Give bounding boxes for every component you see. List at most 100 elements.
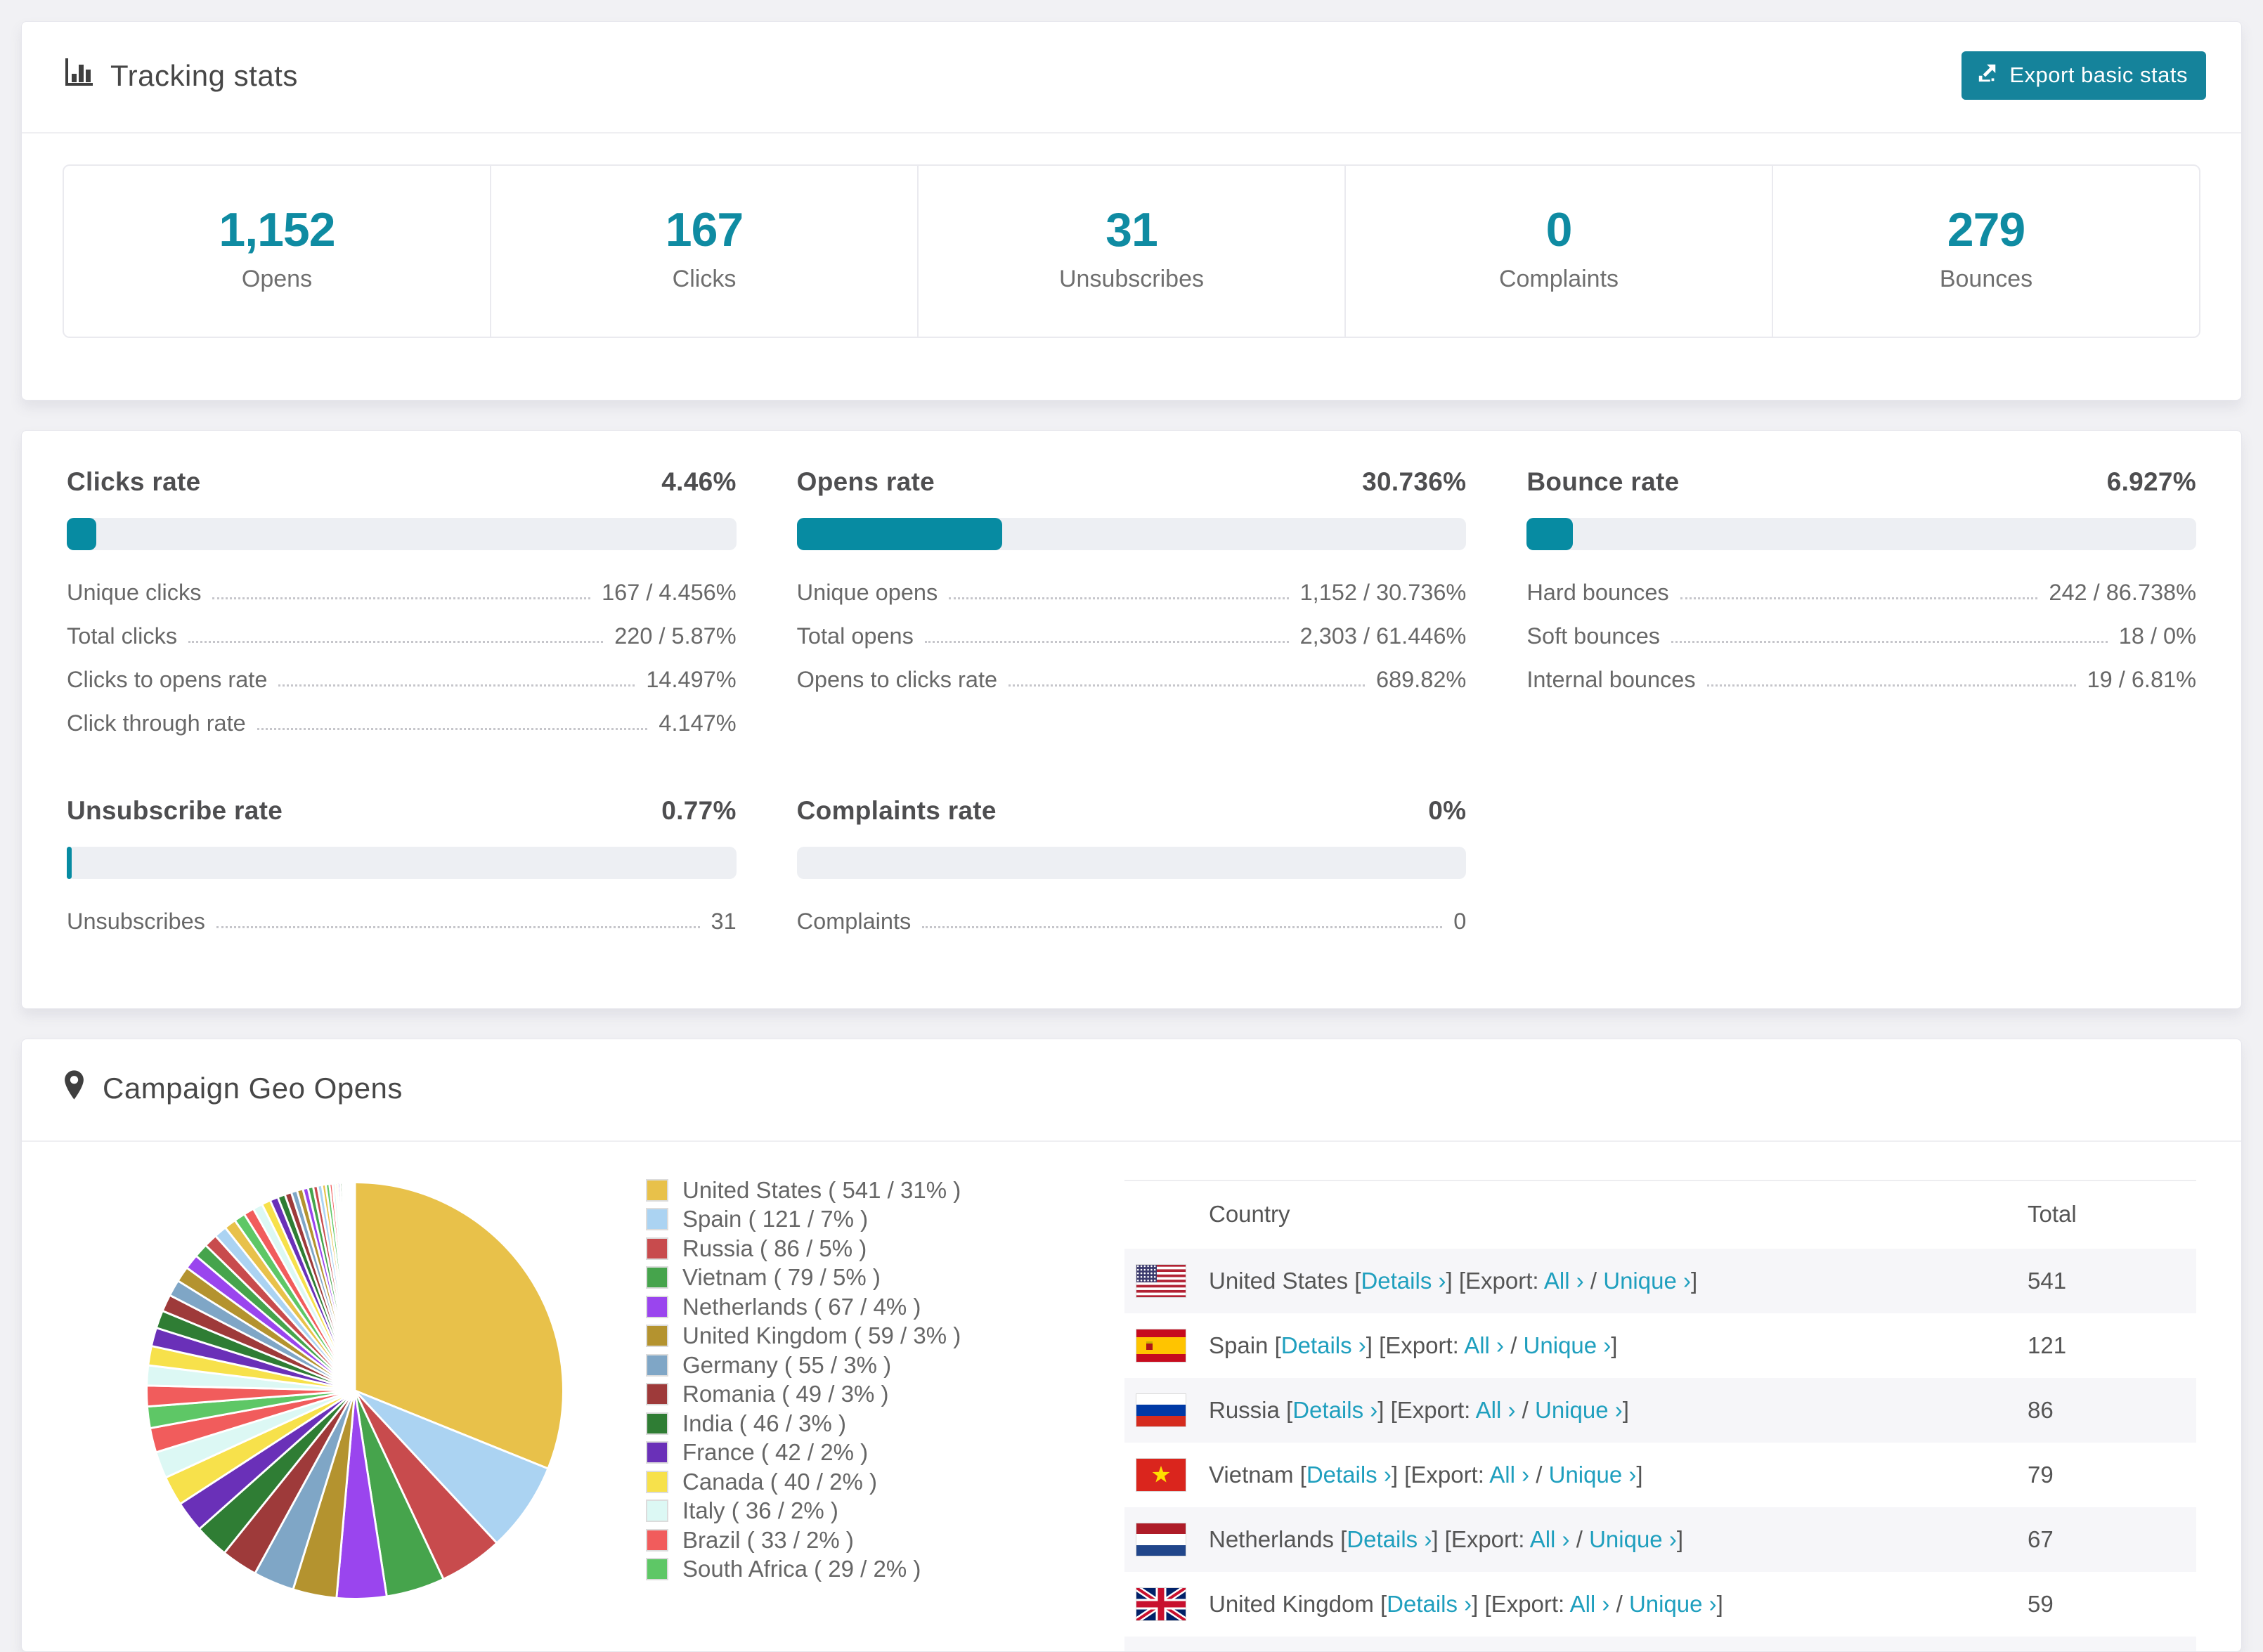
rate-stat-label: Opens to clicks rate <box>796 667 998 692</box>
export-basic-stats-button[interactable]: Export basic stats <box>1962 51 2206 100</box>
rate-progress-bar <box>1526 518 2196 550</box>
geo-table-row-us: United States [Details ›] [Export: All ›… <box>1124 1249 2196 1313</box>
export-all-link-us[interactable]: All › <box>1544 1268 1584 1294</box>
country-cell: Vietnam [Details ›] [Export: All › / Uni… <box>1209 1462 1643 1488</box>
export-unique-link-nl[interactable]: Unique › <box>1589 1526 1677 1552</box>
tracking-stats-header: Tracking stats Export basic stats <box>22 22 2241 134</box>
rate-stat-label: Total clicks <box>67 623 178 649</box>
legend-label: Netherlands ( 67 / 4% ) <box>682 1293 921 1320</box>
dotted-leader <box>188 641 604 643</box>
dotted-leader <box>1009 684 1366 687</box>
tracking-stats-title: Tracking stats <box>63 57 298 95</box>
rate-progress-fill <box>796 518 1003 550</box>
rate-stat-row: Opens to clicks rate 689.82% <box>797 658 1467 702</box>
rate-stat-row: Internal bounces 19 / 6.81% <box>1526 658 2196 702</box>
country-cell: United States [Details ›] [Export: All ›… <box>1209 1268 1698 1294</box>
export-all-link-es[interactable]: All › <box>1464 1332 1504 1358</box>
legend-swatch <box>646 1178 668 1202</box>
legend-label: Russia ( 86 / 5% ) <box>682 1235 867 1261</box>
country-cell: Russia [Details ›] [Export: All › / Uniq… <box>1209 1397 1629 1423</box>
export-unique-link-ru[interactable]: Unique › <box>1535 1397 1623 1423</box>
summary-stats-row: 1,152 Opens 167 Clicks 31 Unsubscribes 0 Compla… <box>63 164 2200 338</box>
details-link-gb[interactable]: Details › <box>1387 1591 1472 1617</box>
legend-item-brazil: Brazil ( 33 / 2% ) <box>646 1526 961 1555</box>
flag-column-header <box>1124 1181 1209 1249</box>
details-link-us[interactable]: Details › <box>1361 1268 1446 1294</box>
rate-block-title: Unsubscribe rate <box>67 796 283 825</box>
stat-value: 0 <box>1545 203 1573 256</box>
export-unique-link-vn[interactable]: Unique › <box>1549 1462 1637 1488</box>
export-all-link-gb[interactable]: All › <box>1570 1591 1610 1617</box>
country-cell: Germany [Details ›] [Export: All › / Uni… <box>1209 1637 2028 1651</box>
legend-swatch <box>646 1383 668 1406</box>
legend-swatch <box>646 1470 668 1493</box>
stat-label: Opens <box>241 266 313 292</box>
legend-swatch <box>646 1558 668 1581</box>
stat-label: Complaints <box>1498 266 1619 292</box>
legend-item-india: India ( 46 / 3% ) <box>646 1409 961 1438</box>
rate-stat-value: 14.497% <box>646 667 737 692</box>
total-cell: 121 <box>2028 1332 2067 1358</box>
rate-block-opens-rate: Opens rate 30.736% Unique opens 1,152 / 30.… <box>796 467 1467 746</box>
rate-progress-bar <box>796 518 1467 550</box>
rate-stat-value: 220 / 5.87% <box>614 623 737 649</box>
export-all-link-nl[interactable]: All › <box>1530 1526 1570 1552</box>
export-all-link-vn[interactable]: All › <box>1489 1462 1529 1488</box>
rate-stat-value: 1,152 / 30.736% <box>1299 580 1467 605</box>
details-link-nl[interactable]: Details › <box>1347 1526 1432 1552</box>
legend-swatch <box>646 1295 668 1318</box>
rate-stat-label: Hard bounces <box>1526 580 1669 605</box>
pie-slice-59 <box>353 1181 356 1392</box>
legend-swatch <box>646 1266 668 1289</box>
legend-item-germany: Germany ( 55 / 3% ) <box>646 1351 961 1380</box>
rate-stat-value: 19 / 6.81% <box>2087 667 2196 692</box>
legend-label: South Africa ( 29 / 2% ) <box>682 1556 921 1582</box>
rate-stat-row: Complaints 0 <box>797 900 1467 944</box>
legend-label: Spain ( 121 / 7% ) <box>682 1206 869 1233</box>
country-cell: United Kingdom [Details ›] [Export: All … <box>1209 1591 1723 1617</box>
details-link-es[interactable]: Details › <box>1281 1332 1366 1358</box>
legend-item-south-africa: South Africa ( 29 / 2% ) <box>646 1555 961 1585</box>
geo-table-wrap: Country Total United States [Details ›] … <box>1124 1180 2196 1651</box>
country-column-header: Country <box>1209 1201 1290 1227</box>
geo-body: United States ( 541 / 31% ) Spain ( 121 /… <box>22 1142 2241 1651</box>
legend-item-united-states: United States ( 541 / 31% ) <box>646 1176 961 1205</box>
rate-stat-value: 167 / 4.456% <box>602 580 737 605</box>
tracking-stats-title-text: Tracking stats <box>110 58 298 92</box>
rate-progress-bar <box>796 847 1467 879</box>
details-link-ru[interactable]: Details › <box>1292 1397 1377 1423</box>
flag-nl-icon <box>1124 1507 1209 1572</box>
rate-stat-label: Soft bounces <box>1526 623 1661 649</box>
legend-label: Italy ( 36 / 2% ) <box>682 1497 838 1524</box>
total-column-header: Total <box>2028 1201 2077 1227</box>
export-unique-link-es[interactable]: Unique › <box>1524 1332 1612 1358</box>
export-unique-link-gb[interactable]: Unique › <box>1629 1591 1717 1617</box>
dotted-leader <box>257 728 648 730</box>
rate-stat-label: Internal bounces <box>1526 667 1696 692</box>
geo-table-row-es: Spain [Details ›] [Export: All › / Uniqu… <box>1124 1313 2196 1378</box>
rate-block-value: 30.736% <box>1362 467 1467 496</box>
map-pin-icon <box>63 1069 86 1108</box>
country-cell: Netherlands [Details ›] [Export: All › /… <box>1209 1526 1683 1552</box>
details-link-vn[interactable]: Details › <box>1306 1462 1392 1488</box>
rate-block-value: 0% <box>1428 796 1467 825</box>
dotted-leader <box>1671 641 2108 643</box>
rate-block-complaints-rate: Complaints rate 0% Complaints 0 <box>796 796 1467 944</box>
rate-stat-row: Total clicks 220 / 5.87% <box>67 615 737 658</box>
rate-block-title: Bounce rate <box>1526 467 1680 496</box>
rate-stat-row: Click through rate 4.147% <box>67 702 737 746</box>
export-button-label: Export basic stats <box>2009 63 2188 87</box>
export-unique-link-us[interactable]: Unique › <box>1603 1268 1691 1294</box>
rate-stat-value: 0 <box>1453 909 1467 934</box>
rate-stat-row: Unique clicks 167 / 4.456% <box>67 571 737 615</box>
geo-card-title: Campaign Geo Opens <box>63 1069 403 1108</box>
legend-label: India ( 46 / 3% ) <box>682 1410 846 1436</box>
rates-card: Clicks rate 4.46% Unique clicks 167 / 4.456… <box>21 430 2242 1009</box>
export-all-link-ru[interactable]: All › <box>1476 1397 1516 1423</box>
rate-progress-bar <box>67 847 737 879</box>
rate-stat-value: 2,303 / 61.446% <box>1299 623 1467 649</box>
rate-stat-value: 18 / 0% <box>2118 623 2196 649</box>
stat-cell-unsubscribes: 31 Unsubscribes <box>917 166 1344 337</box>
stat-label: Bounces <box>1939 266 2033 292</box>
stat-label: Unsubscribes <box>1059 266 1204 292</box>
